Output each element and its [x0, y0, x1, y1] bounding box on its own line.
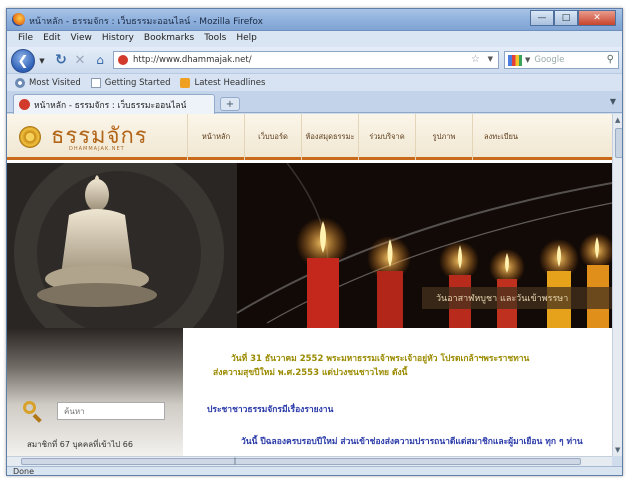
engine-dropdown-icon[interactable]: ▼: [525, 56, 530, 64]
site-search-row: [21, 400, 165, 423]
left-sidebar: สมาชิกที่ 67 บุคคลที่เข้าไป 66: [7, 328, 183, 456]
bookmark-latest-headlines[interactable]: Latest Headlines: [180, 77, 266, 88]
menu-bookmarks[interactable]: Bookmarks: [139, 31, 199, 47]
horizontal-scroll-thumb[interactable]: [21, 458, 581, 465]
url-dropdown-icon[interactable]: ▼: [488, 55, 493, 63]
window-title: หน้าหลัก - ธรรมจักร : เว็บธรรมะออนไลน์ -…: [29, 17, 263, 27]
status-bar: Done: [7, 466, 622, 476]
site-logo-subtitle: DHAMMAJAK.NET: [69, 146, 125, 152]
stop-button[interactable]: ✕: [71, 51, 89, 69]
menu-bar: File Edit View History Bookmarks Tools H…: [7, 31, 622, 47]
tab-active[interactable]: หน้าหลัก - ธรรมจักร : เว็บธรรมะออนไลน์: [13, 94, 215, 114]
search-box[interactable]: ▼ Google ⚲: [504, 51, 619, 69]
announcement-line-2[interactable]: ส่งความสุขปีใหม่ พ.ศ.2553 แด่ปวงชนชาวไทย…: [213, 366, 591, 380]
magnifier-lens: [23, 401, 36, 414]
tab-label: หน้าหลัก - ธรรมจักร : เว็บธรรมะออนไลน์: [34, 100, 187, 111]
search-go-icon[interactable]: ⚲: [607, 54, 614, 65]
site-header: ธรรมจักร DHAMMAJAK.NET หน้าหลัก เว็บบอร์…: [7, 114, 612, 160]
banner-caption: วันอาสาฬหบูชา และวันเข้าพรรษา: [422, 287, 612, 309]
title-bar: หน้าหลัก - ธรรมจักร : เว็บธรรมะออนไลน์ -…: [7, 9, 622, 31]
menu-file[interactable]: File: [13, 31, 38, 47]
page-content: ธรรมจักร DHAMMAJAK.NET หน้าหลัก เว็บบอร์…: [7, 114, 612, 456]
magnifier-handle: [32, 413, 42, 423]
menu-help[interactable]: Help: [231, 31, 262, 47]
scroll-up-icon[interactable]: ▲: [615, 116, 620, 124]
firefox-icon: [12, 13, 25, 26]
nav-library[interactable]: ห้องสมุดธรรมะ: [301, 114, 358, 160]
menu-history[interactable]: History: [97, 31, 139, 47]
nav-webboard[interactable]: เว็บบอร์ด: [244, 114, 301, 160]
bookmark-label: Getting Started: [104, 77, 171, 88]
screenshot-frame: หน้าหลัก - ธรรมจักร : เว็บธรรมะออนไลน์ -…: [0, 0, 631, 478]
reload-button[interactable]: ↻: [52, 51, 70, 69]
rss-icon: [180, 77, 191, 88]
bookmark-star-icon[interactable]: ☆: [471, 54, 480, 65]
url-text[interactable]: http://www.dhammajak.net/: [133, 55, 252, 65]
scroll-down-icon[interactable]: ▼: [615, 446, 620, 454]
site-favicon-icon: [118, 55, 128, 65]
main-column: วันที่ 31 ธันวาคม 2552 พระมหาธรรมเจ้าพระ…: [183, 328, 612, 456]
magnifier-icon: [21, 400, 43, 423]
nav-donate[interactable]: ร่วมบริจาค: [358, 114, 415, 160]
menu-edit[interactable]: Edit: [38, 31, 65, 47]
news-item[interactable]: วันนี้ ปีฉลองครบรอบปีใหม่ ส่วนเข้าช่องส่…: [241, 434, 601, 448]
tab-favicon-icon: [19, 99, 30, 110]
history-dropdown-icon[interactable]: ▼: [36, 55, 48, 67]
bookmarks-toolbar: Most Visited Getting Started Latest Head…: [7, 73, 622, 91]
nav-home[interactable]: หน้าหลัก: [187, 114, 244, 160]
member-count: สมาชิกที่ 67 บุคคลที่เข้าไป 66: [27, 440, 133, 449]
horizontal-scrollbar[interactable]: ║: [7, 456, 612, 466]
back-button[interactable]: ❮: [11, 49, 35, 73]
home-button[interactable]: ⌂: [91, 51, 109, 69]
vertical-scroll-thumb[interactable]: [615, 128, 622, 158]
minimize-button[interactable]: —: [530, 10, 554, 26]
tab-list-icon[interactable]: ▼: [610, 97, 616, 106]
maximize-button[interactable]: □: [554, 10, 578, 26]
site-search-input[interactable]: [57, 402, 165, 420]
bookmark-label: Latest Headlines: [194, 77, 266, 88]
browser-window: หน้าหลัก - ธรรมจักร : เว็บธรรมะออนไลน์ -…: [6, 8, 623, 476]
status-text: Done: [13, 467, 35, 476]
site-navigation: หน้าหลัก เว็บบอร์ด ห้องสมุดธรรมะ ร่วมบริ…: [187, 114, 529, 160]
window-controls: — □ ✕: [530, 10, 616, 27]
search-placeholder[interactable]: Google: [534, 55, 564, 65]
nav-register[interactable]: ลงทะเบียน: [472, 114, 529, 160]
news-heading[interactable]: ประชาชาวธรรมจักรมีเรื่องรายงาน: [207, 402, 333, 416]
page-icon: [90, 77, 101, 88]
announcement-text[interactable]: วันที่ 31 ธันวาคม 2552 พระมหาธรรมเจ้าพระ…: [213, 352, 591, 380]
new-tab-button[interactable]: +: [220, 97, 240, 111]
close-button[interactable]: ✕: [578, 10, 616, 26]
scroll-grip-icon: ║: [233, 458, 237, 465]
nav-photos[interactable]: รูปภาพ: [415, 114, 472, 160]
bookmark-most-visited[interactable]: Most Visited: [15, 77, 81, 88]
google-engine-icon[interactable]: [508, 54, 522, 66]
gear-icon: [15, 77, 25, 88]
menu-view[interactable]: View: [66, 31, 97, 47]
vertical-scrollbar[interactable]: ▲ ▼: [612, 114, 622, 456]
menu-tools[interactable]: Tools: [199, 31, 231, 47]
bookmark-getting-started[interactable]: Getting Started: [90, 77, 171, 88]
tab-strip: หน้าหลัก - ธรรมจักร : เว็บธรรมะออนไลน์ +…: [7, 91, 622, 114]
announcement-line-1[interactable]: วันที่ 31 ธันวาคม 2552 พระมหาธรรมเจ้าพระ…: [231, 354, 529, 364]
url-bar[interactable]: http://www.dhammajak.net/ ☆ ▼: [113, 51, 499, 69]
bookmark-label: Most Visited: [29, 77, 81, 88]
navigation-toolbar: ❮ ▼ ↻ ✕ ⌂ http://www.dhammajak.net/ ☆ ▼ …: [7, 47, 622, 73]
dhamma-wheel-icon: [19, 126, 41, 148]
hero-banner: วันอาสาฬหบูชา และวันเข้าพรรษา: [7, 163, 612, 328]
